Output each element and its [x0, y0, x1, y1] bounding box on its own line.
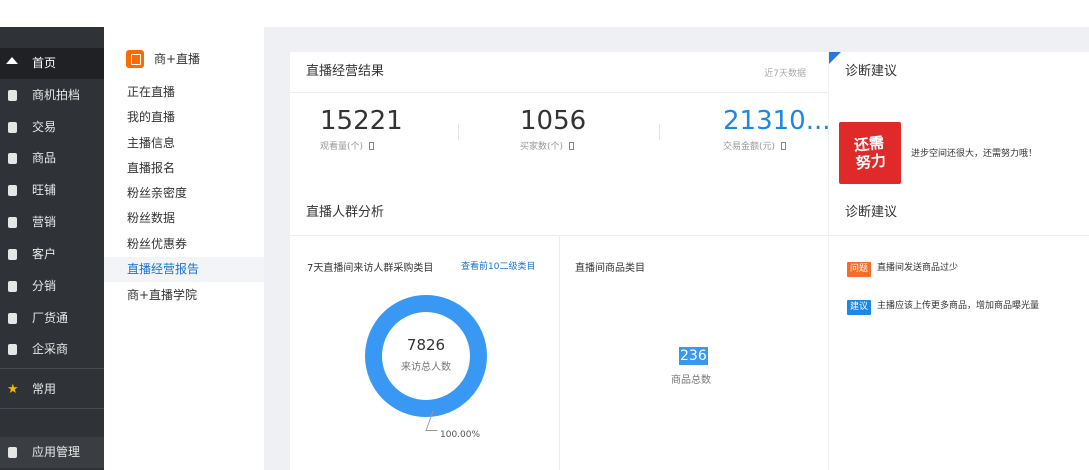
- shop-icon: [8, 185, 17, 196]
- visitor-donut-chart: 7826 来访总人数: [365, 295, 487, 417]
- donut-total: 7826: [406, 336, 446, 354]
- main-content: 直播经营结果 近7天数据 15221 观看量(个) 1056 买家数(个) 21…: [264, 27, 1089, 470]
- suggestion-tag: 建议: [847, 300, 872, 315]
- goods-panel: 236 商品总数: [559, 235, 828, 470]
- metric-value: 21310...: [723, 106, 831, 136]
- submenu-header[interactable]: 商+直播: [126, 49, 200, 69]
- submenu-item-my-live[interactable]: 我的直播: [104, 105, 264, 130]
- metric-value: 1056: [520, 106, 587, 136]
- sidebar-item-trade[interactable]: 交易: [0, 112, 104, 143]
- trade-icon: [8, 122, 17, 133]
- info-icon[interactable]: [569, 142, 575, 150]
- submenu-item-fan-data[interactable]: 粉丝数据: [104, 206, 264, 231]
- metric-views: 15221 观看量(个): [320, 106, 403, 152]
- sidebar-item-factory[interactable]: 厂货通: [0, 303, 104, 334]
- date-range-note: 近7天数据: [764, 69, 806, 79]
- procurement-icon: [8, 344, 17, 355]
- metric-buyers: 1056 买家数(个): [520, 106, 586, 152]
- sidebar-item-label: 交易: [32, 120, 57, 134]
- top10-categories-link[interactable]: 查看前10二级类目: [461, 259, 535, 272]
- donut-label: 来访总人数: [401, 362, 451, 373]
- sidebar-item-label: 商品: [32, 151, 57, 165]
- crowd-body: 7天直播间来访人群采购类目 查看前10二级类目 7826 来访总人数 100.0…: [290, 235, 828, 470]
- donut-percent: 100.00%: [440, 430, 481, 440]
- diagnosis-problem: 问题 直播间发送商品过少: [847, 262, 1047, 277]
- star-icon: ★: [7, 382, 19, 397]
- sidebar-item-label: 常用: [32, 382, 57, 396]
- sidebar-item-favorites[interactable]: ★ 常用: [0, 374, 104, 405]
- submenu-item-live-now[interactable]: 正在直播: [104, 80, 264, 105]
- sidebar-item-distribution[interactable]: 分销: [0, 271, 104, 302]
- diagnosis-suggestion: 建议 主播应该上传更多商品，增加商品曝光量: [847, 300, 1047, 315]
- sidebar-item-label: 客户: [32, 247, 57, 261]
- problem-text: 直播间发送商品过少: [877, 263, 959, 273]
- metric-value: 15221: [320, 106, 403, 136]
- diagnosis-card-top: 诊断建议 还需 努力 进步空间还很大，还需努力哦！: [829, 52, 1089, 197]
- secondary-menu: 商+直播 正在直播 我的直播 主播信息 直播报名 粉丝亲密度 粉丝数据 粉丝优惠…: [104, 27, 264, 470]
- metric-label: 买家数(个): [520, 142, 564, 152]
- card-title: 诊断建议: [845, 205, 898, 220]
- factory-icon: [8, 313, 17, 324]
- sidebar-item-label: 分销: [32, 279, 57, 293]
- sidebar-item-goods[interactable]: 商品: [0, 143, 104, 174]
- sidebar-item-shop[interactable]: 旺铺: [0, 175, 104, 206]
- info-icon[interactable]: [781, 142, 787, 150]
- sidebar-item-label: 营销: [32, 215, 57, 229]
- submenu-item-live-signup[interactable]: 直播报名: [104, 156, 264, 181]
- home-icon: [6, 57, 18, 64]
- sidebar-item-label: 旺铺: [32, 183, 57, 197]
- metric-label: 交易金额(元): [723, 142, 776, 152]
- sidebar-item-label: 应用管理: [32, 445, 81, 459]
- metric-label: 观看量(个): [320, 142, 364, 152]
- goods-total: 236: [679, 347, 708, 365]
- live-results-card: 直播经营结果 近7天数据 15221 观看量(个) 1056 买家数(个) 21…: [290, 52, 831, 197]
- diagnosis-text: 进步空间还很大，还需努力哦！: [911, 149, 1038, 159]
- sidebar-item-label: 首页: [32, 56, 57, 70]
- app-icon: [8, 447, 17, 458]
- submenu-header-label: 商+直播: [154, 52, 201, 66]
- visitor-category-title: 7天直播间来访人群采购类目: [307, 263, 434, 274]
- suggestion-text: 主播应该上传更多商品，增加商品曝光量: [877, 301, 1040, 311]
- sidebar-item-marketing[interactable]: 营销: [0, 207, 104, 238]
- sidebar-item-label: 厂货通: [32, 311, 69, 325]
- card-title: 直播经营结果: [306, 64, 385, 79]
- sidebar-item-app-manage[interactable]: 应用管理: [0, 437, 104, 468]
- problem-tag: 问题: [847, 262, 872, 277]
- customer-icon: [8, 249, 17, 260]
- diagnosis-card-bottom: 诊断建议 问题 直播间发送商品过少 建议 主播应该上传更多商品，增加商品曝光量: [829, 190, 1089, 470]
- sidebar-item-home[interactable]: 首页: [0, 48, 104, 79]
- sidebar-item-procurement[interactable]: 企采商: [0, 334, 104, 365]
- crowd-analysis-card: 直播人群分析 7天直播间来访人群采购类目 查看前10二级类目 7826 来访总人…: [290, 190, 828, 470]
- sidebar-item-customer[interactable]: 客户: [0, 239, 104, 270]
- marketing-icon: [8, 217, 17, 228]
- submenu-item-live-report[interactable]: 直播经营报告: [104, 257, 264, 282]
- corner-flag-icon: [829, 52, 841, 64]
- info-icon[interactable]: [369, 142, 375, 150]
- goods-icon: [8, 153, 17, 164]
- submenu-item-fan-coupons[interactable]: 粉丝优惠券: [104, 232, 264, 257]
- card-title: 直播人群分析: [306, 205, 385, 220]
- goods-label: 商品总数: [671, 375, 711, 386]
- stamp-line: 努力: [855, 151, 887, 173]
- sidebar-divider: [0, 408, 104, 409]
- needs-effort-stamp: 还需 努力: [839, 122, 901, 184]
- distribution-icon: [8, 281, 17, 292]
- primary-sidebar: 首页 商机拍档 交易 商品 旺铺 营销 客户 分销 厂货通 企采商 ★ 常用 应…: [0, 27, 104, 470]
- sidebar-item-opportunities[interactable]: 商机拍档: [0, 80, 104, 111]
- sidebar-item-label: 企采商: [32, 342, 69, 356]
- metric-trade-amount: 21310... 交易金额(元): [723, 106, 831, 152]
- submenu-item-fan-intimacy[interactable]: 粉丝亲密度: [104, 181, 264, 206]
- handshake-icon: [8, 90, 17, 101]
- sidebar-item-label: 商机拍档: [32, 88, 81, 102]
- card-title: 诊断建议: [845, 64, 898, 79]
- live-logo-icon: [126, 50, 144, 68]
- submenu-item-academy[interactable]: 商+直播学院: [104, 283, 264, 308]
- submenu-item-anchor-info[interactable]: 主播信息: [104, 131, 264, 156]
- sidebar-divider: [0, 368, 104, 369]
